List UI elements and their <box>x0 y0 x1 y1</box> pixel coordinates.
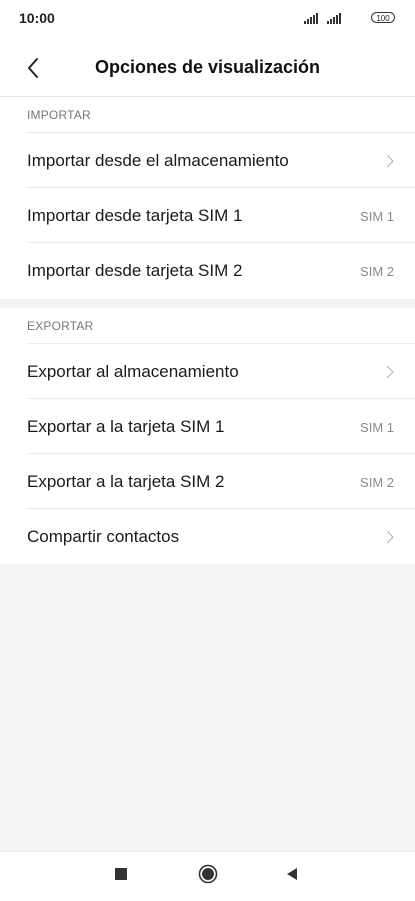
list-item-import-sim1[interactable]: Importar desde tarjeta SIM 1 SIM 1 <box>27 187 415 243</box>
list-item-export-sim1[interactable]: Exportar a la tarjeta SIM 1 SIM 1 <box>27 398 415 454</box>
header: Opciones de visualización <box>0 38 415 96</box>
list-item-label: Exportar a la tarjeta SIM 2 <box>27 472 225 491</box>
battery-icon: 100 <box>371 12 395 23</box>
chevron-right-icon <box>386 365 394 379</box>
page-title: Opciones de visualización <box>94 57 321 77</box>
chevron-right-icon <box>386 154 394 168</box>
list-item-value: SIM 1 <box>360 420 394 435</box>
section-import: IMPORTAR Importar desde el almacenamient… <box>0 97 415 299</box>
status-time: 10:00 <box>19 10 55 26</box>
list-item-value: SIM 2 <box>360 475 394 490</box>
back-icon[interactable] <box>285 867 299 881</box>
signal-icon <box>327 13 341 24</box>
list-item-label: Importar desde tarjeta SIM 1 <box>27 206 243 225</box>
chevron-right-icon <box>386 530 394 544</box>
section-label-export: EXPORTAR <box>27 319 94 333</box>
list-item-export-sim2[interactable]: Exportar a la tarjeta SIM 2 SIM 2 <box>27 453 415 509</box>
list-item-import-storage[interactable]: Importar desde el almacenamiento <box>27 132 415 188</box>
home-icon[interactable] <box>198 864 218 884</box>
list-item-value: SIM 1 <box>360 209 394 224</box>
list-item-share-contacts[interactable]: Compartir contactos <box>27 508 415 564</box>
status-bar: 10:00 100 <box>0 0 415 38</box>
list-item-label: Exportar al almacenamiento <box>27 362 239 381</box>
list-item-label: Compartir contactos <box>27 527 180 546</box>
list-item-value: SIM 2 <box>360 264 394 279</box>
navigation-bar <box>0 851 415 901</box>
signal-icon <box>304 13 318 24</box>
list-item-label: Importar desde tarjeta SIM 2 <box>27 261 243 280</box>
list-item-label: Exportar a la tarjeta SIM 1 <box>27 417 225 436</box>
list-item-export-storage[interactable]: Exportar al almacenamiento <box>27 343 415 399</box>
list-item-label: Importar desde el almacenamiento <box>27 151 289 170</box>
section-label-import: IMPORTAR <box>27 108 91 122</box>
recent-apps-icon[interactable] <box>115 868 127 880</box>
section-export: EXPORTAR Exportar al almacenamiento Expo… <box>0 308 415 564</box>
list-item-import-sim2[interactable]: Importar desde tarjeta SIM 2 SIM 2 <box>27 242 415 298</box>
